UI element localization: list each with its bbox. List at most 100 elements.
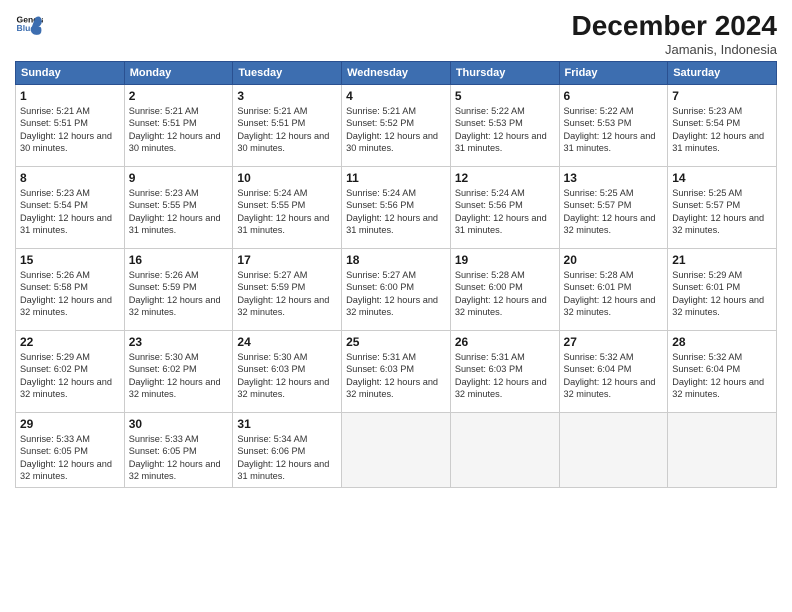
- day-detail: Sunrise: 5:28 AMSunset: 6:01 PMDaylight:…: [564, 269, 664, 319]
- day-number: 9: [129, 171, 229, 185]
- calendar-cell: 12Sunrise: 5:24 AMSunset: 5:56 PMDayligh…: [450, 167, 559, 249]
- calendar-cell: 17 Sunrise: 5:27 AMSunset: 5:59 PMDayligh…: [233, 249, 342, 331]
- calendar-cell: 23 Sunrise: 5:30 AMSunset: 6:02 PMDayligh…: [124, 331, 233, 413]
- day-detail: Sunrise: 5:26 AMSunset: 5:58 PMDaylight:…: [20, 269, 120, 319]
- calendar-cell: [668, 413, 777, 488]
- header: General Blue December 2024 Jamanis, Indo…: [15, 10, 777, 57]
- day-number: 30: [129, 417, 229, 431]
- calendar-cell: 30 Sunrise: 5:33 AMSunset: 6:05 PMDayligh…: [124, 413, 233, 488]
- day-number: 28: [672, 335, 772, 349]
- calendar-week-2: 8Sunrise: 5:23 AMSunset: 5:54 PMDaylight…: [16, 167, 777, 249]
- day-detail: Sunrise: 5:33 AMSunset: 6:05 PMDaylight:…: [129, 433, 229, 483]
- calendar-cell: 4Sunrise: 5:21 AMSunset: 5:52 PMDaylight…: [342, 85, 451, 167]
- calendar-cell: [559, 413, 668, 488]
- day-detail: Sunrise: 5:30 AMSunset: 6:02 PMDaylight:…: [129, 351, 229, 401]
- day-number: 29: [20, 417, 120, 431]
- day-detail: Sunrise: 5:29 AMSunset: 6:02 PMDaylight:…: [20, 351, 120, 401]
- day-number: 13: [564, 171, 664, 185]
- calendar-cell: 15Sunrise: 5:26 AMSunset: 5:58 PMDayligh…: [16, 249, 125, 331]
- calendar-cell: 3 Sunrise: 5:21 AMSunset: 5:51 PMDaylight…: [233, 85, 342, 167]
- calendar-cell: 14 Sunrise: 5:25 AMSunset: 5:57 PMDayligh…: [668, 167, 777, 249]
- calendar-cell: 22 Sunrise: 5:29 AMSunset: 6:02 PMDayligh…: [16, 331, 125, 413]
- calendar-cell: 19Sunrise: 5:28 AMSunset: 6:00 PMDayligh…: [450, 249, 559, 331]
- logo-icon: General Blue: [15, 10, 43, 38]
- day-detail: Sunrise: 5:24 AMSunset: 5:55 PMDaylight:…: [237, 187, 337, 237]
- day-detail: Sunrise: 5:23 AMSunset: 5:54 PMDaylight:…: [672, 105, 772, 155]
- day-number: 26: [455, 335, 555, 349]
- day-number: 16: [129, 253, 229, 267]
- calendar-cell: 6Sunrise: 5:22 AMSunset: 5:53 PMDaylight…: [559, 85, 668, 167]
- calendar-cell: 20 Sunrise: 5:28 AMSunset: 6:01 PMDayligh…: [559, 249, 668, 331]
- day-detail: Sunrise: 5:33 AMSunset: 6:05 PMDaylight:…: [20, 433, 120, 483]
- calendar-cell: [450, 413, 559, 488]
- day-number: 18: [346, 253, 446, 267]
- day-number: 12: [455, 171, 555, 185]
- day-detail: Sunrise: 5:31 AMSunset: 6:03 PMDaylight:…: [346, 351, 446, 401]
- day-detail: Sunrise: 5:21 AMSunset: 5:51 PMDaylight:…: [237, 105, 337, 155]
- title-block: December 2024 Jamanis, Indonesia: [572, 10, 777, 57]
- day-detail: Sunrise: 5:23 AMSunset: 5:54 PMDaylight:…: [20, 187, 120, 237]
- calendar-cell: 29 Sunrise: 5:33 AMSunset: 6:05 PMDayligh…: [16, 413, 125, 488]
- day-number: 14: [672, 171, 772, 185]
- day-detail: Sunrise: 5:25 AMSunset: 5:57 PMDaylight:…: [564, 187, 664, 237]
- day-number: 11: [346, 171, 446, 185]
- day-detail: Sunrise: 5:34 AMSunset: 6:06 PMDaylight:…: [237, 433, 337, 483]
- day-detail: Sunrise: 5:26 AMSunset: 5:59 PMDaylight:…: [129, 269, 229, 319]
- location-subtitle: Jamanis, Indonesia: [572, 42, 777, 57]
- month-title: December 2024: [572, 10, 777, 42]
- calendar-cell: 13 Sunrise: 5:25 AMSunset: 5:57 PMDayligh…: [559, 167, 668, 249]
- day-number: 24: [237, 335, 337, 349]
- calendar-header-saturday: Saturday: [668, 62, 777, 85]
- day-number: 5: [455, 89, 555, 103]
- calendar-cell: 9 Sunrise: 5:23 AMSunset: 5:55 PMDaylight…: [124, 167, 233, 249]
- calendar-cell: 21 Sunrise: 5:29 AMSunset: 6:01 PMDayligh…: [668, 249, 777, 331]
- calendar-cell: 16 Sunrise: 5:26 AMSunset: 5:59 PMDayligh…: [124, 249, 233, 331]
- day-number: 22: [20, 335, 120, 349]
- day-detail: Sunrise: 5:23 AMSunset: 5:55 PMDaylight:…: [129, 187, 229, 237]
- day-number: 31: [237, 417, 337, 431]
- day-detail: Sunrise: 5:22 AMSunset: 5:53 PMDaylight:…: [564, 105, 664, 155]
- day-detail: Sunrise: 5:22 AMSunset: 5:53 PMDaylight:…: [455, 105, 555, 155]
- calendar-week-1: 1 Sunrise: 5:21 AMSunset: 5:51 PMDaylight…: [16, 85, 777, 167]
- day-detail: Sunrise: 5:24 AMSunset: 5:56 PMDaylight:…: [346, 187, 446, 237]
- day-number: 21: [672, 253, 772, 267]
- day-number: 27: [564, 335, 664, 349]
- calendar-cell: 7Sunrise: 5:23 AMSunset: 5:54 PMDaylight…: [668, 85, 777, 167]
- day-detail: Sunrise: 5:32 AMSunset: 6:04 PMDaylight:…: [564, 351, 664, 401]
- calendar-header-wednesday: Wednesday: [342, 62, 451, 85]
- day-number: 25: [346, 335, 446, 349]
- calendar-cell: 26Sunrise: 5:31 AMSunset: 6:03 PMDayligh…: [450, 331, 559, 413]
- day-detail: Sunrise: 5:29 AMSunset: 6:01 PMDaylight:…: [672, 269, 772, 319]
- calendar-cell: 2 Sunrise: 5:21 AMSunset: 5:51 PMDaylight…: [124, 85, 233, 167]
- day-number: 20: [564, 253, 664, 267]
- day-detail: Sunrise: 5:27 AMSunset: 5:59 PMDaylight:…: [237, 269, 337, 319]
- calendar-header-sunday: Sunday: [16, 62, 125, 85]
- calendar-header-row: SundayMondayTuesdayWednesdayThursdayFrid…: [16, 62, 777, 85]
- page-container: General Blue December 2024 Jamanis, Indo…: [0, 0, 792, 498]
- calendar-header-friday: Friday: [559, 62, 668, 85]
- day-detail: Sunrise: 5:21 AMSunset: 5:51 PMDaylight:…: [129, 105, 229, 155]
- day-number: 10: [237, 171, 337, 185]
- day-detail: Sunrise: 5:27 AMSunset: 6:00 PMDaylight:…: [346, 269, 446, 319]
- day-number: 1: [20, 89, 120, 103]
- calendar-cell: 27 Sunrise: 5:32 AMSunset: 6:04 PMDayligh…: [559, 331, 668, 413]
- calendar-cell: 31 Sunrise: 5:34 AMSunset: 6:06 PMDayligh…: [233, 413, 342, 488]
- calendar-cell: [342, 413, 451, 488]
- calendar-cell: 18 Sunrise: 5:27 AMSunset: 6:00 PMDayligh…: [342, 249, 451, 331]
- logo: General Blue: [15, 10, 43, 38]
- day-detail: Sunrise: 5:30 AMSunset: 6:03 PMDaylight:…: [237, 351, 337, 401]
- day-number: 3: [237, 89, 337, 103]
- calendar-cell: 11 Sunrise: 5:24 AMSunset: 5:56 PMDayligh…: [342, 167, 451, 249]
- day-number: 23: [129, 335, 229, 349]
- calendar-table: SundayMondayTuesdayWednesdayThursdayFrid…: [15, 61, 777, 488]
- day-detail: Sunrise: 5:32 AMSunset: 6:04 PMDaylight:…: [672, 351, 772, 401]
- day-detail: Sunrise: 5:28 AMSunset: 6:00 PMDaylight:…: [455, 269, 555, 319]
- calendar-week-3: 15Sunrise: 5:26 AMSunset: 5:58 PMDayligh…: [16, 249, 777, 331]
- day-detail: Sunrise: 5:25 AMSunset: 5:57 PMDaylight:…: [672, 187, 772, 237]
- calendar-cell: 1Sunrise: 5:21 AMSunset: 5:51 PMDaylight…: [16, 85, 125, 167]
- day-number: 4: [346, 89, 446, 103]
- day-number: 2: [129, 89, 229, 103]
- day-number: 17: [237, 253, 337, 267]
- calendar-header-tuesday: Tuesday: [233, 62, 342, 85]
- calendar-cell: 28 Sunrise: 5:32 AMSunset: 6:04 PMDayligh…: [668, 331, 777, 413]
